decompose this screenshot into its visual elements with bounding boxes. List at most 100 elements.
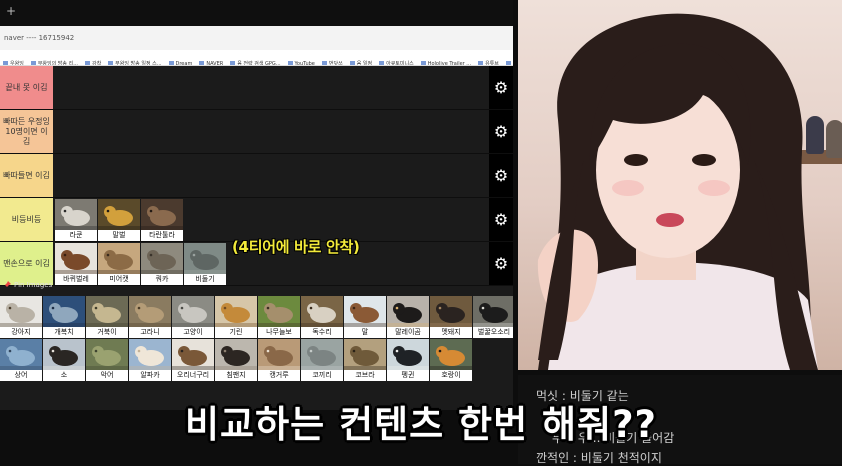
animal-card[interactable]: 악어 (86, 339, 128, 381)
animal-card[interactable]: 고양이 (172, 296, 214, 338)
animal-card[interactable]: 벌꿀오소리 (473, 296, 513, 338)
animal-card[interactable]: 침팬지 (215, 339, 257, 381)
pool-header: Pin Images (0, 279, 513, 293)
animal-label: 라쿤 (55, 230, 97, 241)
tier-label[interactable]: 빠따들면 이김 (0, 154, 53, 197)
animal-label: 펭귄 (387, 370, 429, 381)
tiger-image (430, 339, 472, 370)
raccoon-image (55, 199, 97, 230)
pigeon-image (184, 243, 226, 274)
animal-label: 말벌 (98, 230, 140, 241)
sunfish-image (43, 296, 85, 327)
alpaca-image (129, 339, 171, 370)
animal-card[interactable]: 타란툴라 (141, 199, 183, 241)
bookmarks-bar: 우왕잉 무왕잉의 방송 리... 강착 무왕잉 방송 일정 스... Dream NAVE… (0, 50, 513, 66)
animal-card[interactable]: 거북이 (86, 296, 128, 338)
animal-label: 기린 (215, 327, 257, 338)
animal-label: 코끼리 (301, 370, 343, 381)
animal-label: 고양이 (172, 327, 214, 338)
animal-card[interactable]: 말 (344, 296, 386, 338)
tier-drop-zone[interactable]: 라쿤 말벌 타란툴라 (53, 198, 489, 241)
image-pool: 강아지 개복치 거북이 고라니 고양이 기린 나무늘보 독수리 말 말레이곰 멧돼지 벌꿀오소리 상어 소… (0, 296, 513, 382)
animal-card[interactable]: 호랑이 (430, 339, 472, 381)
pool-row: 상어 소 악어 알파카 오리너구리 침팬지 캥거루 코끼리 코브라 펭귄 호랑이 (0, 339, 513, 381)
animal-card[interactable]: 기린 (215, 296, 257, 338)
turtle-image (86, 296, 128, 327)
animal-card[interactable]: 알파카 (129, 339, 171, 381)
animal-card[interactable]: 오리너구리 (172, 339, 214, 381)
tier-row: 빠따들면 이김 ⚙ (0, 154, 513, 198)
url-text: naver ---- 16715942 (4, 34, 75, 42)
animal-card[interactable]: 소 (43, 339, 85, 381)
animal-label: 독수리 (301, 327, 343, 338)
platypus-image (172, 339, 214, 370)
dog-image (0, 296, 42, 327)
croc-image (86, 339, 128, 370)
tier-row: 끝내 못 이김 ⚙ (0, 66, 513, 110)
new-tab-button[interactable]: + (6, 4, 16, 18)
animal-label: 나무늘보 (258, 327, 300, 338)
gear-icon[interactable]: ⚙ (489, 66, 513, 109)
video-subtitle: 비교하는 컨텐츠 한번 해줘?? (184, 403, 657, 446)
animal-card[interactable]: 말벌 (98, 199, 140, 241)
tier-caption: (4티어에 바로 안착) (232, 238, 360, 256)
tier-row: 빠따든 우정잉 10명이면 이김 ⚙ (0, 110, 513, 154)
animal-card[interactable]: 멧돼지 (430, 296, 472, 338)
tier-label[interactable]: 비등비등 (0, 198, 53, 241)
tier-drop-zone[interactable] (53, 66, 489, 109)
animal-label: 고라니 (129, 327, 171, 338)
eagle-image (301, 296, 343, 327)
pin-icon (3, 281, 11, 289)
roach-image (55, 243, 97, 274)
chimp-image (215, 339, 257, 370)
animal-card[interactable]: 강아지 (0, 296, 42, 338)
horse-image (344, 296, 386, 327)
tier-label[interactable]: 빠따든 우정잉 10명이면 이김 (0, 110, 53, 153)
sloth-image (258, 296, 300, 327)
tier-drop-zone[interactable] (53, 110, 489, 153)
gear-icon[interactable]: ⚙ (489, 154, 513, 197)
elephant-image (301, 339, 343, 370)
animal-card[interactable]: 상어 (0, 339, 42, 381)
animal-card[interactable]: 독수리 (301, 296, 343, 338)
animal-label: 타란툴라 (141, 230, 183, 241)
cow-image (43, 339, 85, 370)
tier-drop-zone[interactable] (53, 154, 489, 197)
animal-label: 알파카 (129, 370, 171, 381)
animal-card[interactable]: 나무늘보 (258, 296, 300, 338)
badger-image (473, 296, 513, 327)
animal-label: 호랑이 (430, 370, 472, 381)
animal-label: 상어 (0, 370, 42, 381)
animal-card[interactable]: 펭귄 (387, 339, 429, 381)
gear-icon[interactable]: ⚙ (489, 110, 513, 153)
tarantula-image (141, 199, 183, 230)
tier-label[interactable]: 끝내 못 이김 (0, 66, 53, 109)
animal-card[interactable]: 코브라 (344, 339, 386, 381)
animal-label: 말레이곰 (387, 327, 429, 338)
animal-card[interactable]: 개복치 (43, 296, 85, 338)
deer-image (129, 296, 171, 327)
kangaroo-image (258, 339, 300, 370)
chat-message: 깐적인 : 비둘기 천적이지 (536, 451, 662, 465)
giraffe-image (215, 296, 257, 327)
animal-card[interactable]: 코끼리 (301, 339, 343, 381)
animal-card[interactable]: 캥거루 (258, 339, 300, 381)
animal-card[interactable]: 라쿤 (55, 199, 97, 241)
animal-card[interactable]: 말레이곰 (387, 296, 429, 338)
animal-label: 소 (43, 370, 85, 381)
animal-label: 거북이 (86, 327, 128, 338)
cat-image (172, 296, 214, 327)
animal-label: 악어 (86, 370, 128, 381)
animal-card[interactable]: 고라니 (129, 296, 171, 338)
gear-icon[interactable]: ⚙ (489, 198, 513, 241)
animal-label: 코브라 (344, 370, 386, 381)
pool-title: Pin Images (14, 281, 53, 289)
address-bar[interactable]: naver ---- 16715942 (0, 26, 513, 51)
penguin-image (387, 339, 429, 370)
animal-label: 캥거루 (258, 370, 300, 381)
animal-label: 침팬지 (215, 370, 257, 381)
streamer-person (537, 13, 818, 370)
animal-label: 말 (344, 327, 386, 338)
shark-image (0, 339, 42, 370)
browser-window: + naver ---- 16715942 우왕잉 무왕잉의 방송 리... 강착 무… (0, 0, 513, 410)
